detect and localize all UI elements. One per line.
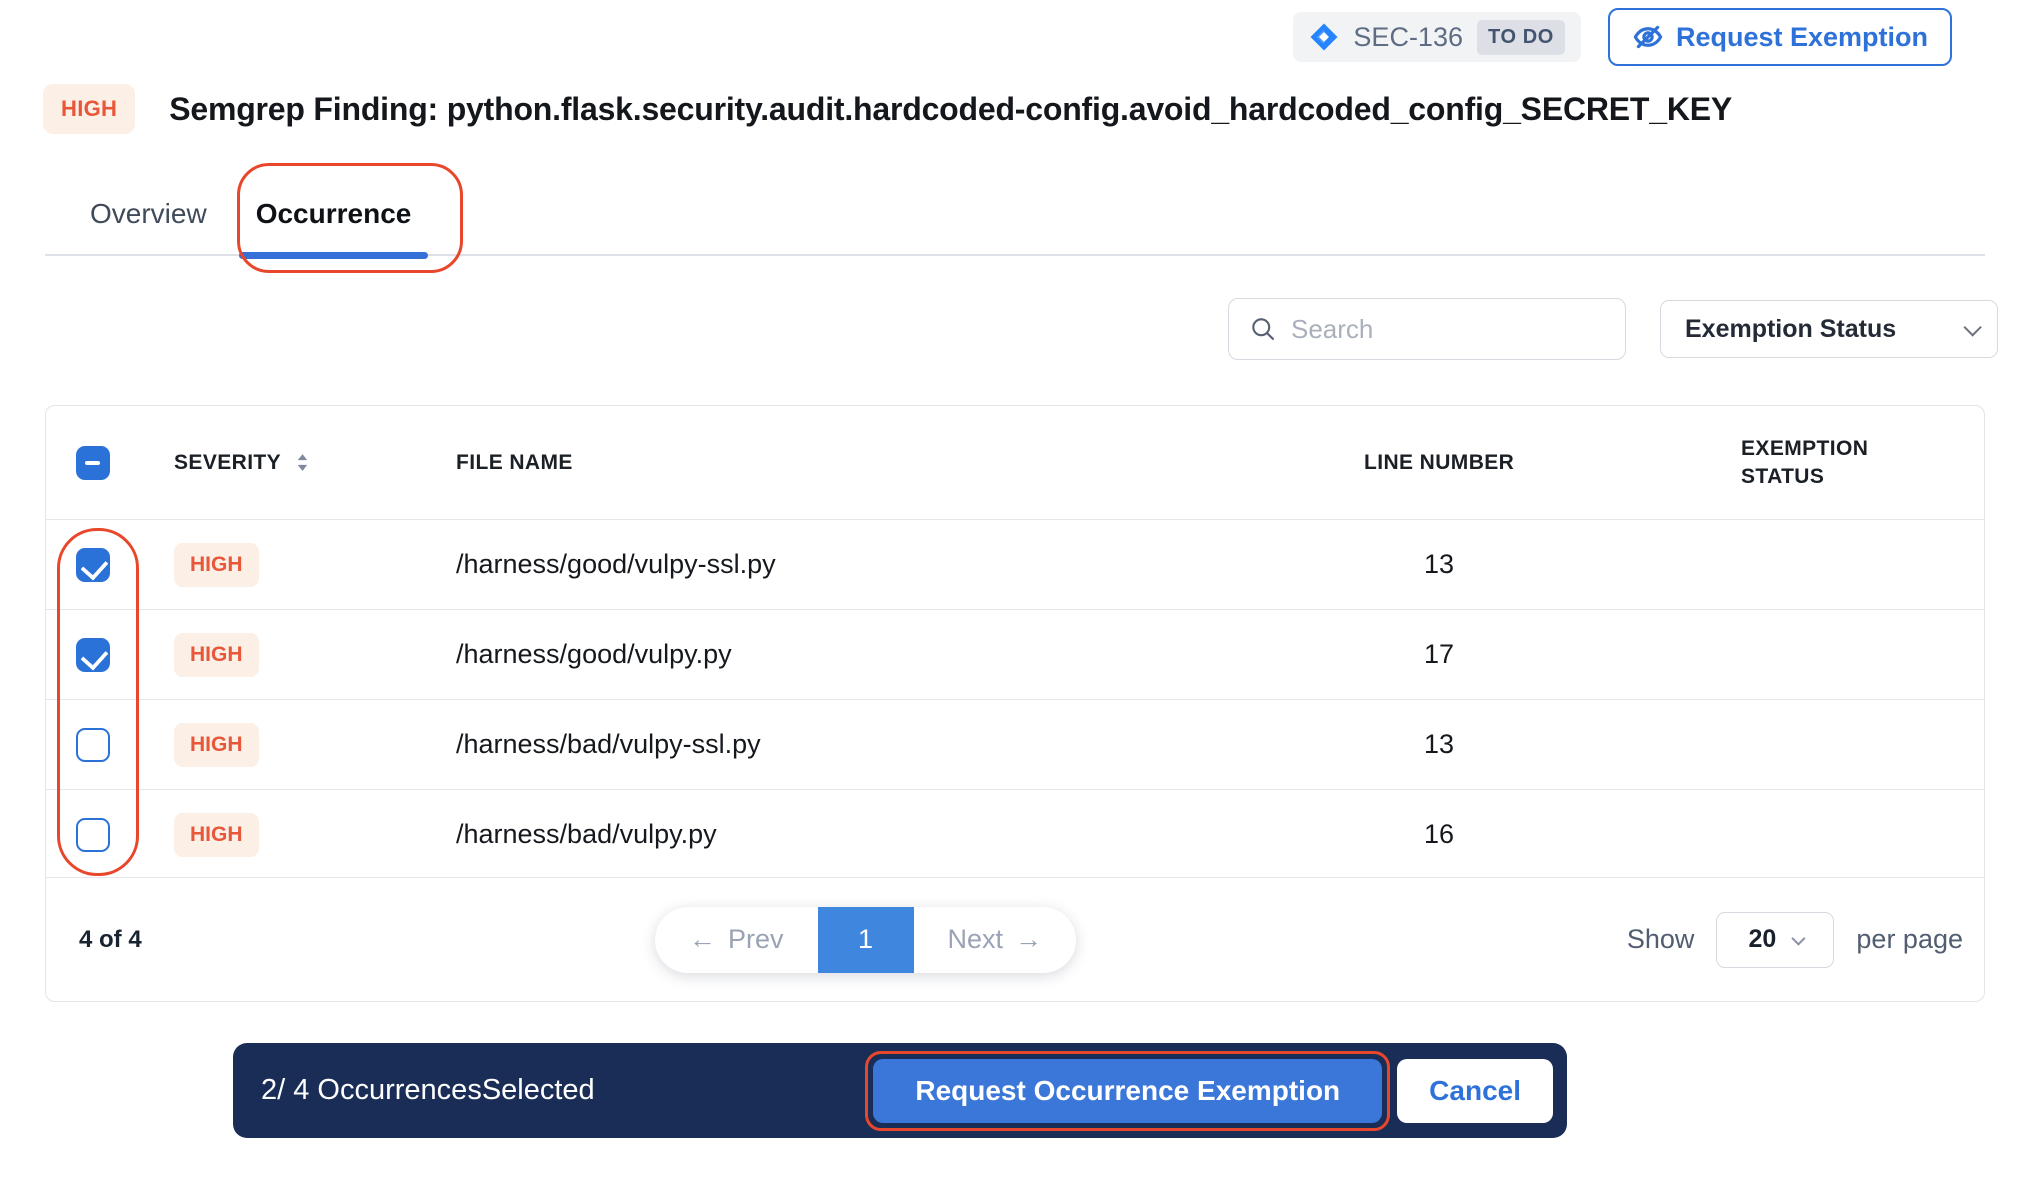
row-checkbox[interactable] (76, 548, 110, 582)
file-name: /harness/bad/vulpy-ssl.py (456, 729, 1364, 760)
top-action-cluster: SEC-136 TO DO Request Exemption (1293, 8, 1952, 66)
severity-badge: HIGH (174, 813, 259, 857)
column-header-exemption-status: EXEMPTION STATUS (1741, 435, 1901, 490)
tab-occurrence[interactable]: Occurrence (256, 198, 412, 254)
severity-badge: HIGH (174, 723, 259, 767)
search-input[interactable] (1291, 314, 1626, 345)
next-label: Next (948, 924, 1004, 955)
row-checkbox[interactable] (76, 638, 110, 672)
search-box (1228, 298, 1626, 360)
selection-count-label: 2/ 4 OccurrencesSelected (261, 1074, 873, 1107)
select-all-checkbox[interactable] (76, 446, 110, 480)
file-name: /harness/bad/vulpy.py (456, 819, 1364, 850)
next-page-button[interactable]: Next (914, 907, 1077, 973)
request-exemption-button[interactable]: Request Exemption (1608, 8, 1952, 66)
table-toolbar: Exemption Status (1228, 298, 1998, 360)
column-header-severity[interactable]: SEVERITY (174, 449, 281, 476)
page-size-cluster: Show 20 per page (1627, 912, 1963, 968)
table-row: HIGH /harness/good/vulpy-ssl.py 13 (46, 519, 1984, 609)
sort-arrows-icon[interactable] (295, 452, 310, 473)
show-label: Show (1627, 924, 1695, 955)
file-name: /harness/good/vulpy-ssl.py (456, 549, 1364, 580)
occurrences-table: SEVERITY FILE NAME LINE NUMBER EXEMPTION… (45, 405, 1985, 1002)
jira-issue-chip[interactable]: SEC-136 TO DO (1293, 12, 1581, 62)
severity-badge: HIGH (174, 633, 259, 677)
chevron-down-icon (1792, 931, 1806, 945)
cancel-button[interactable]: Cancel (1397, 1059, 1553, 1123)
file-name: /harness/good/vulpy.py (456, 639, 1364, 670)
row-checkbox[interactable] (76, 728, 110, 762)
exemption-status-filter[interactable]: Exemption Status (1660, 300, 1998, 358)
arrow-right-icon (1015, 924, 1042, 955)
column-header-line-number: LINE NUMBER (1364, 449, 1741, 476)
table-header-row: SEVERITY FILE NAME LINE NUMBER EXEMPTION… (46, 406, 1984, 519)
finding-detail-page: SEC-136 TO DO Request Exemption HIGH Sem… (0, 0, 2030, 1198)
tab-bar: Overview Occurrence (45, 158, 1985, 256)
table-row: HIGH /harness/good/vulpy.py 17 (46, 609, 1984, 699)
prev-label: Prev (728, 924, 784, 955)
issue-status-badge: TO DO (1477, 20, 1565, 55)
row-checkbox[interactable] (76, 818, 110, 852)
column-header-file-name: FILE NAME (456, 449, 1364, 476)
title-row: HIGH Semgrep Finding: python.flask.secur… (43, 84, 1985, 134)
request-exemption-label: Request Exemption (1676, 22, 1928, 53)
page-size-value: 20 (1749, 925, 1777, 954)
search-icon (1249, 315, 1277, 343)
page-title: Semgrep Finding: python.flask.security.a… (169, 91, 1732, 128)
page-size-select[interactable]: 20 (1716, 912, 1834, 968)
line-number: 16 (1364, 819, 1741, 850)
page-number-button[interactable]: 1 (818, 907, 914, 973)
per-page-label: per page (1856, 924, 1963, 955)
line-number: 17 (1364, 639, 1741, 670)
issue-key: SEC-136 (1353, 22, 1463, 53)
table-row: HIGH /harness/bad/vulpy.py 16 (46, 789, 1984, 879)
jira-diamond-icon (1309, 22, 1339, 52)
line-number: 13 (1364, 549, 1741, 580)
row-count-label: 4 of 4 (46, 926, 142, 954)
arrow-left-icon (689, 924, 716, 955)
severity-badge: HIGH (174, 543, 259, 587)
table-footer: 4 of 4 Prev 1 Next Show 20 per page (46, 877, 1984, 1001)
selection-bar-buttons: Request Occurrence Exemption Cancel (873, 1059, 1553, 1123)
eye-off-icon (1632, 21, 1664, 53)
table-row: HIGH /harness/bad/vulpy-ssl.py 13 (46, 699, 1984, 789)
pagination: Prev 1 Next (655, 907, 1076, 973)
exemption-status-filter-label: Exemption Status (1685, 315, 1896, 344)
prev-page-button[interactable]: Prev (655, 907, 818, 973)
request-occurrence-exemption-button[interactable]: Request Occurrence Exemption (873, 1059, 1382, 1123)
line-number: 13 (1364, 729, 1741, 760)
selection-action-bar: 2/ 4 OccurrencesSelected Request Occurre… (233, 1043, 1567, 1138)
chevron-down-icon (1963, 318, 1981, 336)
tab-overview[interactable]: Overview (90, 198, 207, 254)
severity-badge: HIGH (43, 84, 135, 134)
